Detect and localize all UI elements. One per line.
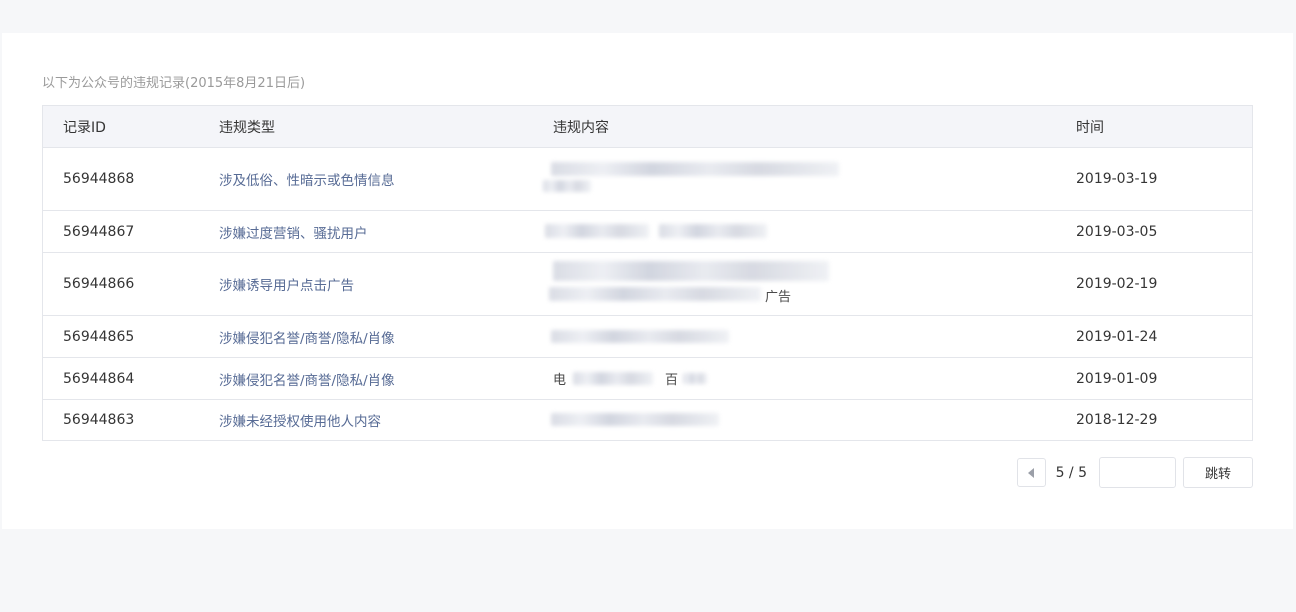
record-id: 56944864 (63, 370, 135, 387)
violation-type: 涉嫌诱导用户点击广告 (219, 278, 354, 294)
record-id: 56944866 (63, 276, 135, 292)
content-fragment: 广告 (765, 290, 792, 305)
violation-content-redacted: 电 百 (533, 358, 1056, 399)
violation-content-redacted (533, 211, 1056, 252)
violation-time: 2019-03-05 (1076, 223, 1158, 240)
violation-time: 2018-12-29 (1076, 412, 1158, 428)
content-fragment: 电 (553, 373, 567, 388)
table-row: 56944864 涉嫌侵犯名誉/商誉/隐私/肖像 电 百 2019-01-09 (43, 358, 1252, 400)
record-id: 56944867 (63, 223, 135, 240)
violation-type: 涉嫌过度营销、骚扰用户 (219, 225, 368, 242)
header-violation-type: 违规类型 (219, 119, 275, 136)
prev-page-button[interactable] (1016, 458, 1046, 487)
violation-type: 涉嫌未经授权使用他人内容 (219, 414, 381, 430)
intro-text: 以下为公众号的违规记录(2015年8月21日后) (42, 76, 306, 91)
violation-content-redacted (533, 316, 1056, 357)
violation-type: 涉嫌侵犯名誉/商誉/隐私/肖像 (219, 330, 395, 347)
header-violation-content: 违规内容 (553, 119, 609, 136)
violation-content-redacted (533, 148, 1056, 210)
violation-type: 涉及低俗、性暗示或色情信息 (219, 173, 395, 189)
pagination: 5 / 5 跳转 (1016, 457, 1253, 488)
violation-content-redacted: 广告 (533, 253, 1056, 315)
violation-type: 涉嫌侵犯名誉/商誉/隐私/肖像 (219, 372, 395, 389)
violation-content-redacted (533, 400, 1056, 440)
table-row: 56944867 涉嫌过度营销、骚扰用户 2019-03-05 (43, 211, 1252, 253)
violation-table: 记录ID 违规类型 违规内容 时间 56944868 涉及低俗、性暗示或色情信息… (42, 105, 1253, 441)
content-fragment: 百 (665, 373, 679, 388)
header-time: 时间 (1076, 119, 1104, 136)
arrow-left-icon (1028, 467, 1035, 478)
header-record-id: 记录ID (63, 119, 106, 136)
record-id: 56944868 (63, 171, 135, 187)
table-header: 记录ID 违规类型 违规内容 时间 (43, 106, 1252, 148)
violation-time: 2019-03-19 (1076, 171, 1158, 187)
record-id: 56944863 (63, 412, 135, 428)
page-jump-input[interactable] (1099, 457, 1176, 488)
jump-button[interactable]: 跳转 (1183, 457, 1253, 488)
table-row: 56944866 涉嫌诱导用户点击广告 广告 2019-02-19 (43, 253, 1252, 316)
violation-time: 2019-02-19 (1076, 276, 1158, 292)
violation-records-panel: 以下为公众号的违规记录(2015年8月21日后) 记录ID 违规类型 违规内容 … (2, 33, 1293, 529)
violation-time: 2019-01-24 (1076, 328, 1158, 345)
record-id: 56944865 (63, 328, 135, 345)
table-row: 56944868 涉及低俗、性暗示或色情信息 2019-03-19 (43, 148, 1252, 211)
violation-time: 2019-01-09 (1076, 370, 1158, 387)
page-indicator: 5 / 5 (1055, 464, 1087, 481)
table-row: 56944863 涉嫌未经授权使用他人内容 2018-12-29 (43, 400, 1252, 440)
table-row: 56944865 涉嫌侵犯名誉/商誉/隐私/肖像 2019-01-24 (43, 316, 1252, 358)
